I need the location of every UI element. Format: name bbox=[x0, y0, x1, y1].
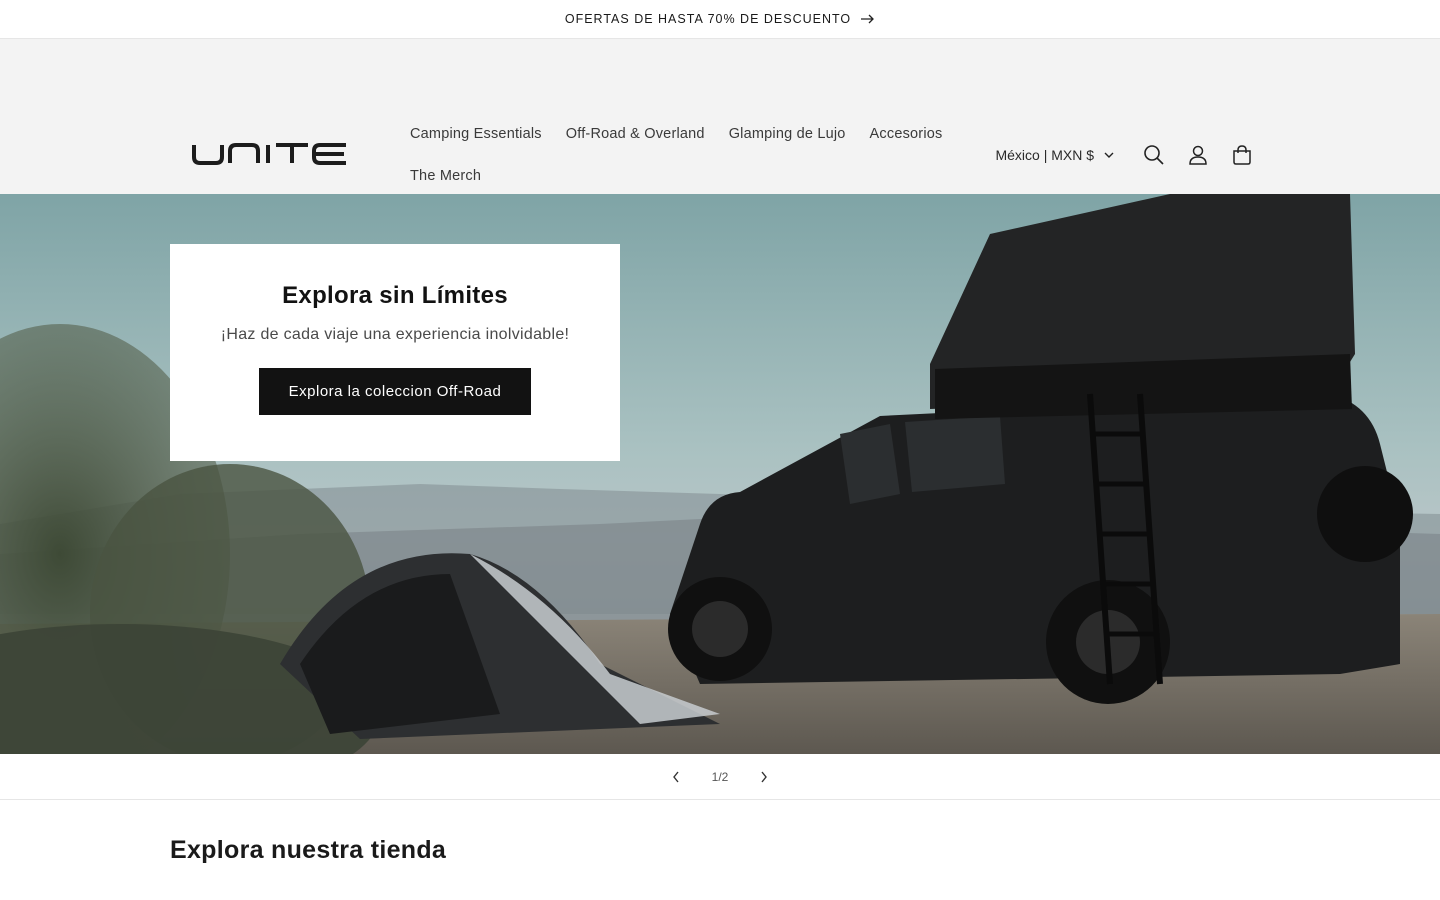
hero-slideshow: Explora sin Límites ¡Haz de cada viaje u… bbox=[0, 194, 1440, 754]
site-header: Camping Essentials Off-Road & Overland G… bbox=[0, 39, 1440, 194]
slide-next-button[interactable] bbox=[742, 755, 786, 799]
hero-cta-button[interactable]: Explora la coleccion Off-Road bbox=[258, 368, 532, 415]
announcement-link[interactable]: OFERTAS DE HASTA 70% DE DESCUENTO bbox=[565, 12, 875, 26]
unite-logo-image bbox=[192, 143, 346, 165]
chevron-left-icon bbox=[673, 771, 679, 782]
hero-subtitle: ¡Haz de cada viaje una experiencia inolv… bbox=[220, 326, 570, 343]
announcement-text: OFERTAS DE HASTA 70% DE DESCUENTO bbox=[564, 12, 852, 26]
nav-item-glamping-de-lujo[interactable]: Glamping de Lujo bbox=[717, 113, 858, 155]
chevron-down-icon bbox=[1104, 152, 1114, 158]
nav-item-off-road-overland[interactable]: Off-Road & Overland bbox=[554, 113, 717, 155]
header-actions: México | MXN $ bbox=[995, 135, 1264, 175]
account-icon bbox=[1189, 145, 1207, 165]
cart-icon bbox=[1233, 145, 1251, 165]
nav-item-camping-essentials[interactable]: Camping Essentials bbox=[398, 113, 554, 155]
account-button[interactable] bbox=[1176, 133, 1220, 177]
hero-content-card: Explora sin Límites ¡Haz de cada viaje u… bbox=[170, 244, 620, 461]
nav-item-accesorios[interactable]: Accesorios bbox=[858, 113, 955, 155]
hero-title: Explora sin Límites bbox=[282, 282, 508, 309]
announcement-bar: OFERTAS DE HASTA 70% DE DESCUENTO bbox=[0, 0, 1440, 39]
main-nav: Camping Essentials Off-Road & Overland G… bbox=[398, 113, 958, 197]
search-icon bbox=[1144, 145, 1164, 165]
search-button[interactable] bbox=[1132, 133, 1176, 177]
locale-selector[interactable]: México | MXN $ bbox=[995, 147, 1114, 163]
section-title: Explora nuestra tienda bbox=[170, 836, 447, 864]
locale-label: México | MXN $ bbox=[995, 147, 1094, 163]
slide-counter: 1/2 bbox=[711, 769, 729, 784]
cart-button[interactable] bbox=[1220, 133, 1264, 177]
nav-item-the-merch[interactable]: The Merch bbox=[398, 155, 493, 197]
arrow-right-icon bbox=[861, 14, 875, 24]
slider-controls: 1/2 bbox=[0, 754, 1440, 800]
logo[interactable] bbox=[192, 139, 348, 167]
chevron-right-icon bbox=[761, 771, 767, 782]
slide-prev-button[interactable] bbox=[654, 755, 698, 799]
